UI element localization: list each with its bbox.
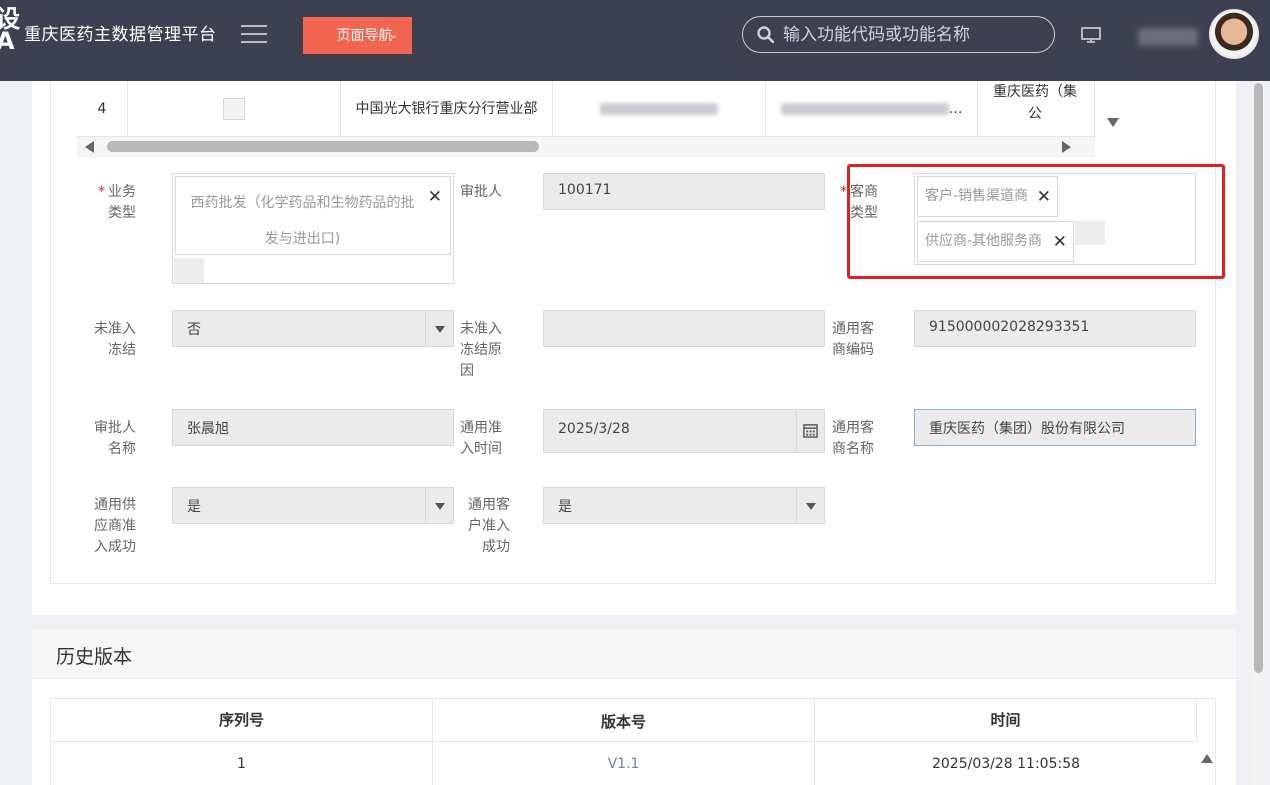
page-nav-label: 页面导航 — [336, 27, 393, 43]
supplier-admitted-select[interactable]: 是 — [172, 487, 454, 524]
required-mark: * — [840, 184, 847, 200]
ellipsis: … — [948, 101, 963, 117]
not-admitted-frozen-label: 未准入冻结 — [94, 321, 136, 358]
merchant-name-label: 通用客商名称 — [832, 420, 874, 457]
merchant-name-value: 重庆医药（集团）股份有限公司 — [929, 421, 1125, 437]
business-type-label: * 业务类型 — [91, 182, 136, 224]
not-admitted-frozen-select[interactable]: 否 — [172, 310, 454, 347]
scroll-thumb[interactable] — [107, 141, 539, 152]
freeze-reason-field[interactable] — [543, 310, 825, 347]
history-time: 2025/03/28 11:05:58 — [931, 756, 1081, 772]
admit-time-label: 通用准入时间 — [460, 420, 502, 457]
merchant-name-field[interactable]: 重庆医药（集团）股份有限公司 — [914, 409, 1196, 446]
calendar-button[interactable] — [796, 410, 824, 452]
close-icon[interactable]: ✕ — [428, 187, 442, 207]
input-spacer — [174, 258, 204, 283]
merchant-code-value: 91500000202829335​1 — [929, 319, 1090, 335]
history-title: 历史版本 — [56, 646, 133, 668]
admit-time-field[interactable]: 2025/3/28 — [543, 409, 825, 453]
history-seq: 1 — [51, 742, 433, 785]
redacted-cell — [553, 81, 766, 137]
bank-name: 中国光大银行重庆分行营业部 — [341, 81, 553, 137]
merchant-code-label: 通用客商编码 — [832, 321, 874, 358]
avatar[interactable] — [1209, 9, 1259, 59]
select-value: 是 — [187, 499, 201, 515]
column-header-seq[interactable]: 序列号 — [51, 699, 433, 742]
function-search[interactable] — [742, 16, 1055, 53]
dropdown-toggle[interactable] — [425, 488, 453, 523]
username-redacted[interactable] — [1138, 28, 1198, 46]
business-type-select[interactable]: 西药批发（化学药品和生物药品的批发与进出口) ✕ — [172, 173, 454, 284]
page-scrollbar[interactable] — [1252, 81, 1266, 785]
scroll-right-arrow-icon[interactable] — [1062, 141, 1071, 153]
calendar-icon — [803, 424, 818, 438]
caret-down-icon — [435, 502, 445, 510]
row-checkbox[interactable] — [223, 98, 245, 120]
approver-name-label: 审批人名称 — [94, 420, 136, 457]
chevron-down-icon: ⌄ — [388, 29, 398, 41]
customer-admitted-label: 通用客户准入成功 — [468, 497, 510, 555]
logo: 设 A — [0, 5, 20, 55]
row-checkbox-cell — [128, 81, 341, 137]
admit-time-value: 2025/3/28 — [558, 421, 630, 437]
detail-card: 4 中国光大银行重庆分行营业部 … 重庆医药（集 公 * 业务类型 西药批发（化学… — [32, 81, 1236, 615]
history-version-link[interactable]: V1.1 — [433, 742, 815, 785]
approver-value: 100171 — [558, 182, 612, 198]
monitor-icon[interactable] — [1080, 25, 1102, 45]
column-header-time[interactable]: 时间 — [815, 699, 1197, 742]
detail-panel: 4 中国光大银行重庆分行营业部 … 重庆医药（集 公 * 业务类型 西药批发（化学… — [50, 81, 1225, 584]
table-row: 4 中国光大银行重庆分行营业部 … 重庆医药（集 公 — [77, 81, 1119, 137]
column-header-version[interactable]: 版本号 — [433, 699, 815, 742]
approver-name-field[interactable]: 张晨旭 — [172, 409, 454, 446]
history-table-header: 序列号 版本号 时间 — [51, 699, 1197, 742]
main-content: 4 中国光大银行重庆分行营业部 … 重庆医药（集 公 * 业务类型 西药批发（化学… — [0, 81, 1270, 785]
table-horizontal-scrollbar[interactable] — [77, 137, 1095, 157]
customer-admitted-select[interactable]: 是 — [543, 487, 825, 524]
history-table: 序列号 版本号 时间 1 V1.1 2025/03/28 11:05:58 — [50, 698, 1216, 785]
label-text: 业务类型 — [108, 184, 136, 221]
caret-down-icon — [435, 325, 445, 333]
scroll-down-arrow-icon[interactable] — [1107, 118, 1119, 127]
approver-field[interactable]: 100171 — [543, 173, 825, 210]
dropdown-toggle[interactable] — [425, 311, 453, 346]
caret-down-icon — [806, 502, 816, 510]
supplier-admitted-label: 通用供应商准入成功 — [94, 497, 136, 555]
page-scroll-thumb[interactable] — [1254, 83, 1263, 673]
top-bar: 设 A 重庆医药主数据管理平台 页面导航 ⌄ — [0, 0, 1270, 81]
page-nav-button[interactable]: 页面导航 ⌄ — [303, 17, 412, 54]
search-icon — [757, 26, 774, 43]
approver-name-value: 张晨旭 — [187, 421, 229, 437]
scroll-up-arrow-icon[interactable] — [1201, 754, 1213, 763]
row-index: 4 — [77, 81, 128, 137]
table-row[interactable]: 1 V1.1 2025/03/28 11:05:58 — [51, 742, 1197, 785]
merchant-code-field[interactable]: 91500000202829335​1 — [914, 310, 1196, 347]
highlight-box — [847, 164, 1225, 279]
redacted-cell: … — [766, 81, 978, 137]
dropdown-toggle[interactable] — [796, 488, 824, 523]
select-value: 否 — [187, 322, 201, 338]
required-mark: * — [98, 184, 105, 200]
business-type-tag: 西药批发（化学药品和生物药品的批发与进出口) ✕ — [175, 176, 451, 255]
approver-label: 审批人 — [460, 184, 502, 200]
scroll-left-arrow-icon[interactable] — [85, 141, 94, 153]
history-header: 历史版本 — [32, 629, 1236, 679]
search-input[interactable] — [783, 23, 1043, 47]
app-title: 重庆医药主数据管理平台 — [24, 25, 217, 45]
freeze-reason-label: 未准入冻结原因 — [460, 321, 502, 379]
tag-text: 西药批发（化学药品和生物药品的批发与进出口) — [190, 195, 415, 247]
history-card: 历史版本 序列号 版本号 时间 1 V1.1 2025/03/28 11:05:… — [32, 629, 1236, 785]
select-value: 是 — [558, 499, 572, 515]
company-fragment: 重庆医药（集 公 — [978, 81, 1095, 137]
menu-toggle-icon[interactable] — [241, 25, 267, 45]
